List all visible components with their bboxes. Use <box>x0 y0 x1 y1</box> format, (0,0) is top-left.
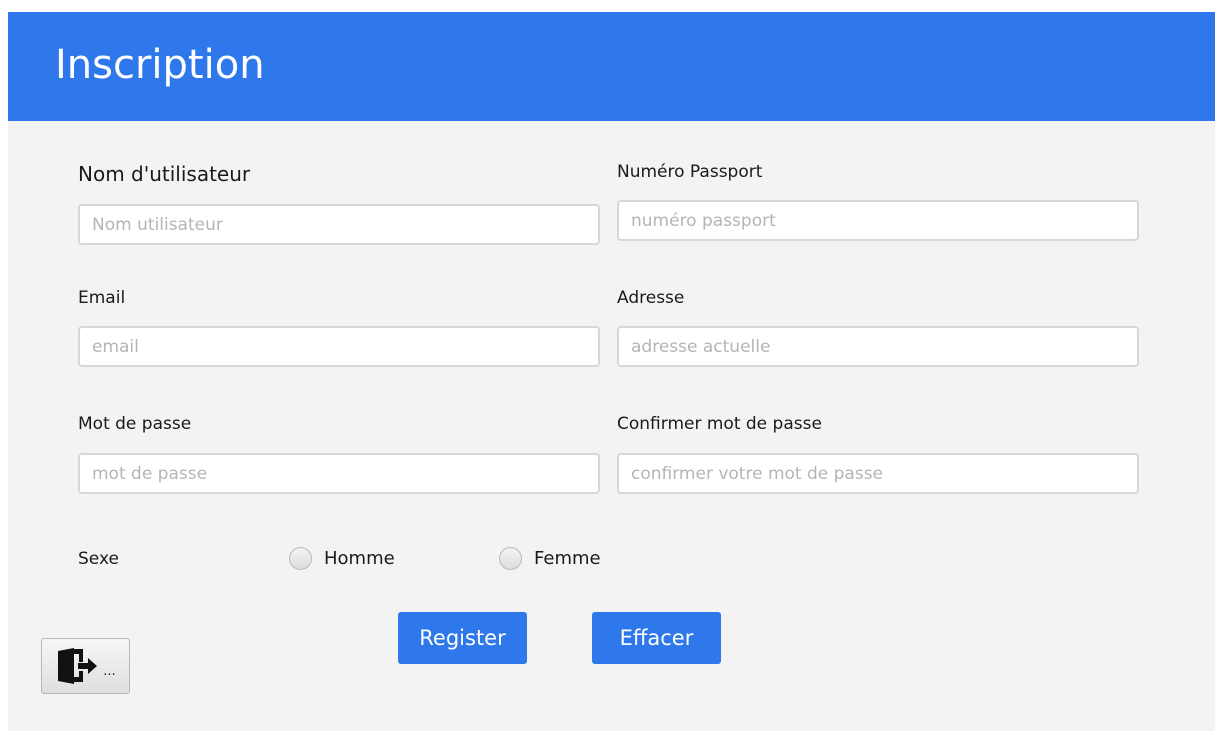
password-input[interactable] <box>78 453 600 494</box>
username-label: Nom d'utilisateur <box>78 162 251 186</box>
password-label: Mot de passe <box>78 414 192 434</box>
sex-label: Sexe <box>78 549 119 569</box>
email-label: Email <box>78 288 126 308</box>
radio-label-homme: Homme <box>324 548 395 569</box>
exit-button-label: ... <box>103 663 116 679</box>
confirm-password-label: Confirmer mot de passe <box>617 414 822 434</box>
radio-femme[interactable]: Femme <box>499 547 601 570</box>
radio-circle-homme[interactable] <box>289 547 312 570</box>
email-input[interactable] <box>78 326 600 367</box>
radio-circle-femme[interactable] <box>499 547 522 570</box>
exit-door-icon <box>58 648 98 684</box>
exit-button[interactable]: ... <box>41 638 130 694</box>
confirm-password-input[interactable] <box>617 453 1139 494</box>
header-bar: Inscription <box>8 12 1215 121</box>
passport-input[interactable] <box>617 200 1139 241</box>
address-label: Adresse <box>617 288 685 308</box>
register-button[interactable]: Register <box>398 612 527 664</box>
passport-label: Numéro Passport <box>617 162 763 182</box>
page-title: Inscription <box>55 42 265 88</box>
clear-button[interactable]: Effacer <box>592 612 721 664</box>
address-input[interactable] <box>617 326 1139 367</box>
registration-window: Inscription Nom d'utilisateur Numéro Pas… <box>8 12 1215 731</box>
radio-label-femme: Femme <box>534 548 601 569</box>
username-input[interactable] <box>78 204 600 245</box>
radio-homme[interactable]: Homme <box>289 547 395 570</box>
